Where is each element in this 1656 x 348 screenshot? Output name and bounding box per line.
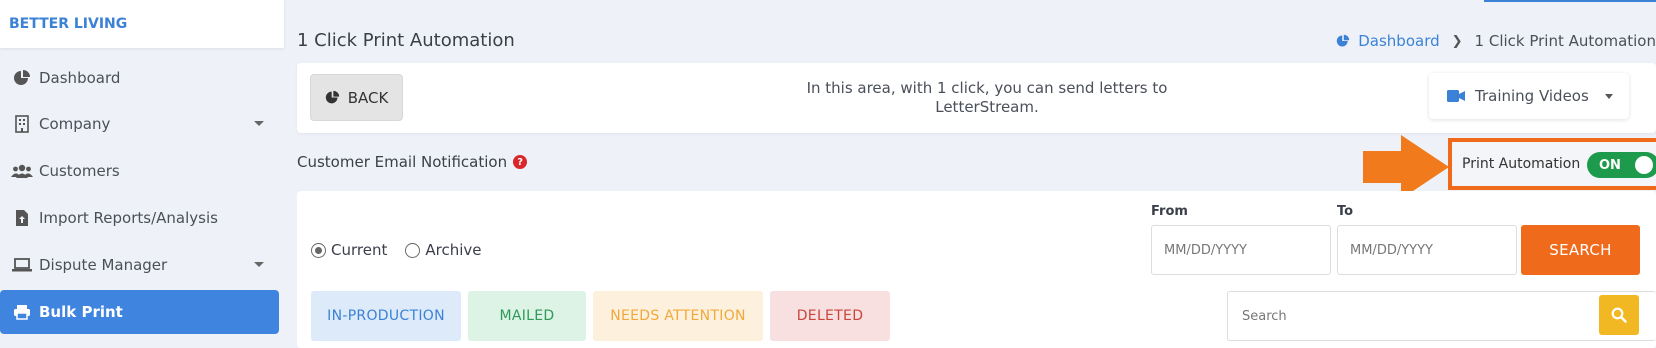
sidebar-item-label: Customers [39, 162, 120, 180]
print-automation-box: Print Automation ON [1448, 138, 1656, 190]
sidebar-item-dashboard[interactable]: Dashboard [0, 56, 284, 100]
sidebar-item-import-reports[interactable]: Import Reports/Analysis [0, 196, 284, 240]
print-automation-label: Print Automation [1462, 156, 1581, 172]
chevron-down-icon [1605, 94, 1613, 99]
sidebar-item-label: Company [39, 115, 111, 133]
toolbar-card: BACK In this area, with 1 click, you can… [297, 63, 1656, 133]
radio-button[interactable] [311, 242, 326, 258]
from-date-input[interactable]: MM/DD/YYYY [1151, 225, 1331, 275]
back-button-label: BACK [347, 88, 389, 107]
training-videos-dropdown[interactable]: Training Videos [1429, 73, 1629, 119]
file-upload-icon [11, 207, 33, 229]
chevron-down-icon [254, 121, 264, 126]
view-radio-group: Current Archive [311, 241, 499, 259]
training-videos-label: Training Videos [1475, 87, 1589, 105]
sidebar: BETTER LIVING Dashboard Company Customer… [0, 0, 284, 348]
breadcrumb-current: 1 Click Print Automation [1474, 32, 1656, 50]
sidebar-item-label: Dashboard [39, 69, 121, 87]
users-icon [11, 160, 33, 182]
radio-button[interactable] [405, 242, 421, 258]
print-automation-toggle[interactable]: ON [1587, 152, 1656, 178]
pie-chart-icon [11, 67, 33, 89]
search-input[interactable]: Search [1227, 291, 1656, 341]
chevron-down-icon [254, 262, 264, 267]
to-date-input[interactable]: MM/DD/YYYY [1337, 225, 1517, 275]
radio-current-label: Current [331, 241, 388, 259]
pie-chart-icon [1336, 34, 1350, 48]
radio-current[interactable]: Current [311, 241, 387, 259]
sidebar-item-label: Bulk Print [39, 303, 123, 321]
search-button[interactable]: SEARCH [1521, 225, 1640, 275]
info-text: In this area, with 1 click, you can send… [806, 79, 1168, 116]
to-label: To [1337, 204, 1354, 219]
sidebar-item-bulk-print[interactable]: Bulk Print [0, 290, 279, 334]
sidebar-item-company[interactable]: Company [0, 102, 284, 146]
breadcrumb: Dashboard ❯ 1 Click Print Automation [1336, 32, 1656, 50]
chevron-right-icon: ❯ [1451, 33, 1463, 49]
notification-label: Customer Email Notification [297, 153, 508, 171]
breadcrumb-home-link[interactable]: Dashboard [1358, 32, 1439, 50]
video-camera-icon [1447, 90, 1465, 102]
toggle-knob [1635, 156, 1653, 174]
back-button[interactable]: BACK [310, 74, 403, 121]
search-icon [1611, 307, 1627, 323]
radio-archive[interactable]: Archive [405, 241, 481, 259]
tab-in-production[interactable]: IN-PRODUCTION [311, 291, 461, 341]
laptop-icon [11, 254, 33, 276]
tab-needs-attention[interactable]: NEEDS ATTENTION [593, 291, 763, 341]
sidebar-item-label: Dispute Manager [39, 256, 168, 274]
sidebar-item-customers[interactable]: Customers [0, 149, 284, 193]
sidebar-item-label: Import Reports/Analysis [39, 209, 218, 227]
help-icon[interactable]: ? [513, 155, 528, 169]
from-label: From [1151, 204, 1188, 219]
customer-email-notification: Customer Email Notification ? [297, 153, 528, 171]
printer-icon [11, 301, 33, 323]
page-title: 1 Click Print Automation [297, 30, 515, 51]
brand-logo: BETTER LIVING [0, 0, 284, 48]
tab-mailed[interactable]: MAILED [468, 291, 586, 341]
top-right-button-edge[interactable] [1484, 0, 1656, 2]
pie-chart-icon [325, 90, 340, 105]
radio-archive-label: Archive [425, 241, 482, 259]
tab-deleted[interactable]: DELETED [770, 291, 890, 341]
search-icon-button[interactable] [1599, 295, 1639, 335]
building-icon [11, 113, 33, 135]
filter-card: Current Archive From MM/DD/YYYY To MM/DD… [297, 191, 1656, 348]
sidebar-item-dispute-manager[interactable]: Dispute Manager [0, 243, 284, 287]
toggle-state-label: ON [1599, 157, 1621, 173]
